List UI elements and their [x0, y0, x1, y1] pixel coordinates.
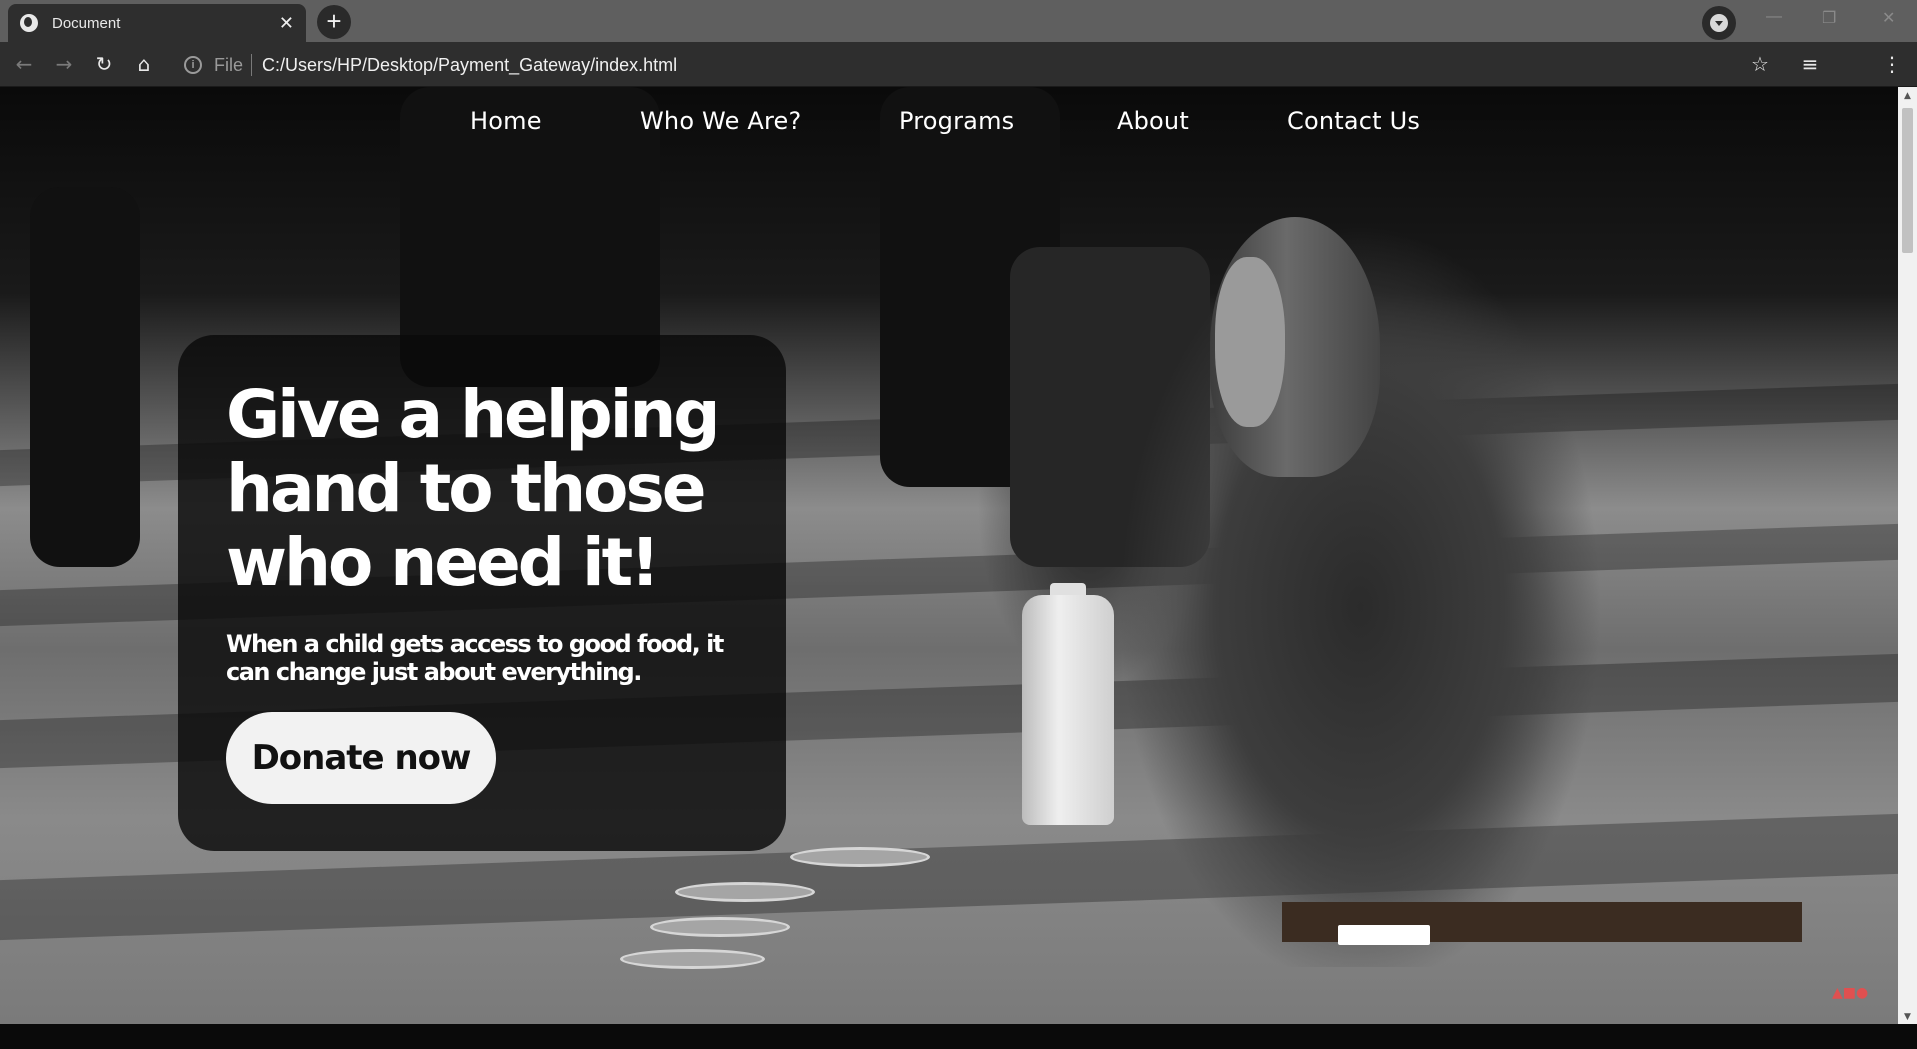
- media-queue-icon[interactable]: ≡: [1796, 50, 1824, 78]
- site-nav: Home Who We Are? Programs About Contact …: [0, 87, 1898, 167]
- address-bar[interactable]: C:/Users/HP/Desktop/Payment_Gateway/inde…: [262, 55, 677, 76]
- home-icon[interactable]: ⌂: [130, 50, 158, 78]
- url-separator: [251, 54, 252, 76]
- scroll-up-icon[interactable]: ▲: [1902, 91, 1913, 101]
- woman-face: [1215, 257, 1285, 427]
- plate: [675, 882, 815, 902]
- donate-now-button[interactable]: Donate now: [226, 712, 496, 804]
- corner-logo-icon: ▲■●: [1832, 985, 1869, 1001]
- hero-subtitle: When a child gets access to good food, i…: [226, 630, 724, 686]
- nav-who-we-are[interactable]: Who We Are?: [640, 107, 801, 135]
- browser-tab[interactable]: Document ✕: [8, 4, 306, 42]
- plate: [650, 917, 790, 937]
- reload-icon[interactable]: ↻: [90, 50, 118, 78]
- url-scheme: File: [214, 55, 244, 75]
- scrollbar-thumb[interactable]: [1902, 108, 1913, 253]
- hero-title: Give a helping hand to those who need it…: [226, 376, 721, 601]
- nav-home[interactable]: Home: [470, 107, 542, 135]
- bottom-banner-image: [1338, 925, 1430, 945]
- plate: [790, 847, 930, 867]
- chevron-down-icon: [1710, 14, 1728, 32]
- site-info-icon[interactable]: i: [184, 56, 202, 74]
- close-window-icon[interactable]: ✕: [1882, 8, 1895, 28]
- forward-arrow-icon[interactable]: →: [50, 50, 78, 78]
- nav-contact-us[interactable]: Contact Us: [1287, 107, 1420, 135]
- water-bottle: [1022, 595, 1114, 825]
- kebab-menu-icon[interactable]: ⋮: [1878, 50, 1906, 78]
- bottom-strip: [0, 1024, 1917, 1049]
- restore-icon[interactable]: ❐: [1822, 8, 1836, 28]
- tab-search-button[interactable]: [1702, 6, 1736, 40]
- minimize-icon[interactable]: —: [1766, 8, 1782, 26]
- nav-programs[interactable]: Programs: [899, 107, 1014, 135]
- tab-close-icon[interactable]: ✕: [279, 13, 294, 34]
- tab-strip: Document ✕ + — ❐ ✕: [0, 0, 1917, 42]
- scroll-down-icon[interactable]: ▼: [1902, 1012, 1913, 1022]
- globe-icon: [20, 14, 38, 32]
- plate: [620, 949, 765, 969]
- nav-about[interactable]: About: [1117, 107, 1189, 135]
- walking-figure: [30, 187, 140, 567]
- new-tab-button[interactable]: +: [317, 5, 351, 39]
- back-arrow-icon[interactable]: ←: [10, 50, 38, 78]
- tab-title: Document: [52, 14, 121, 32]
- star-icon[interactable]: ☆: [1746, 50, 1774, 78]
